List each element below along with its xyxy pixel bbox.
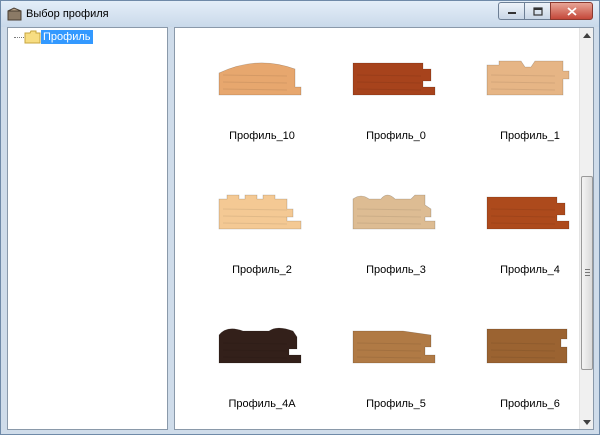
- profile-shape: [218, 62, 302, 96]
- profile-shape: [352, 62, 436, 96]
- arrow-up-icon: [583, 32, 591, 38]
- close-icon: [566, 6, 577, 16]
- minimize-icon: [507, 12, 516, 14]
- profile-image: [218, 194, 302, 230]
- profile-label: Профиль_4А: [228, 398, 296, 410]
- profile-shape: [352, 330, 436, 364]
- profile-image: [486, 196, 570, 230]
- profile-label: Профиль_10: [229, 130, 295, 142]
- profile-tile[interactable]: Профиль_3: [329, 167, 463, 287]
- profile-tile[interactable]: Профиль_10: [195, 33, 329, 153]
- profile-label: Профиль_2: [232, 264, 292, 276]
- profile-image: [218, 327, 302, 364]
- scroll-down-button[interactable]: [580, 415, 594, 429]
- maximize-button[interactable]: [524, 2, 550, 20]
- profile-image: [486, 328, 568, 364]
- profile-tile[interactable]: Профиль_6: [463, 301, 597, 421]
- profile-shape: [486, 196, 570, 230]
- profile-selection-window: Выбор профиля Профиль Профиль_10 Профиль_…: [0, 0, 600, 435]
- profile-tile[interactable]: Профиль_4А: [195, 301, 329, 421]
- profile-tile[interactable]: Профиль_1: [463, 33, 597, 153]
- scroll-up-button[interactable]: [580, 28, 594, 42]
- profile-tree[interactable]: Профиль: [7, 27, 168, 430]
- title-bar[interactable]: Выбор профиля: [1, 1, 599, 27]
- profile-label: Профиль_4: [500, 264, 560, 276]
- client-area: Профиль Профиль_10 Профиль_0 Профиль_1 Проф…: [7, 27, 594, 430]
- close-button[interactable]: [550, 2, 593, 20]
- profile-tile[interactable]: Профиль_4: [463, 167, 597, 287]
- profile-label: Профиль_6: [500, 398, 560, 410]
- profile-label: Профиль_5: [366, 398, 426, 410]
- minimize-button[interactable]: [498, 2, 524, 20]
- folder-icon: [24, 30, 41, 44]
- profile-grid[interactable]: Профиль_10 Профиль_0 Профиль_1 Профиль_2 Про…: [174, 27, 594, 430]
- window-title: Выбор профиля: [26, 8, 109, 20]
- profile-tile[interactable]: Профиль_5: [329, 301, 463, 421]
- maximize-icon: [532, 6, 543, 16]
- profile-image: [352, 62, 436, 96]
- profile-image: [352, 330, 436, 364]
- arrow-down-icon: [583, 419, 591, 425]
- app-icon: [7, 7, 22, 21]
- profile-image: [352, 194, 436, 230]
- profile-label: Профиль_3: [366, 264, 426, 276]
- profile-label: Профиль_0: [366, 130, 426, 142]
- profile-tile[interactable]: Профиль_0: [329, 33, 463, 153]
- scrollbar-thumb[interactable]: [581, 176, 593, 370]
- vertical-scrollbar[interactable]: [579, 28, 593, 429]
- grip-icon: [585, 269, 590, 276]
- profile-image: [218, 62, 302, 96]
- profile-image: [486, 60, 570, 96]
- profile-label: Профиль_1: [500, 130, 560, 142]
- tree-item-profile[interactable]: Профиль: [41, 30, 93, 44]
- profile-tile[interactable]: Профиль_2: [195, 167, 329, 287]
